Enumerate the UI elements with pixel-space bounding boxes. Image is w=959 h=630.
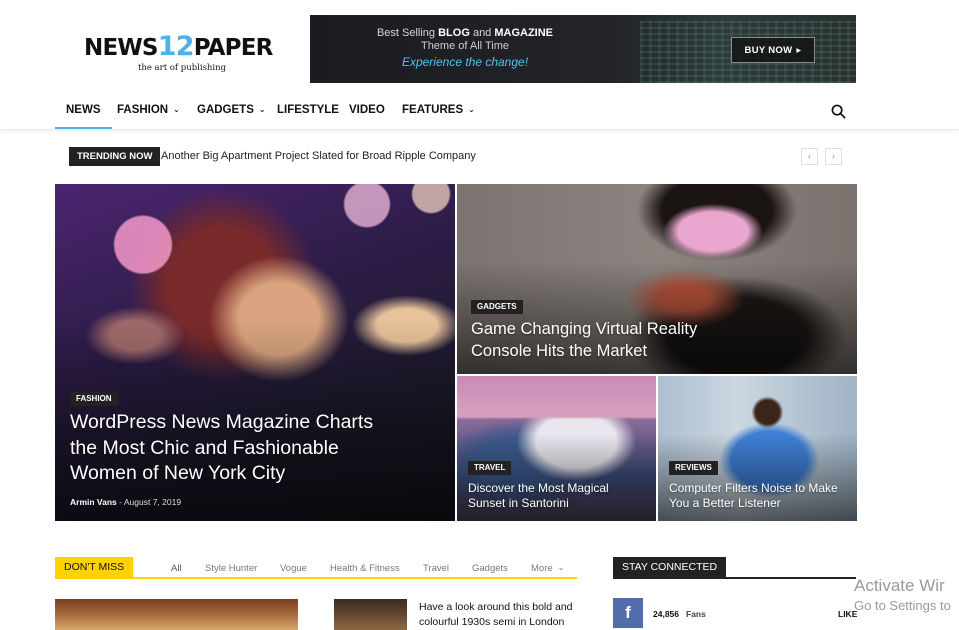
featured-post-travel[interactable]: TRAVEL Discover the Most Magical Sunset … <box>457 376 656 521</box>
featured-post-title[interactable]: Discover the Most Magical Sunset in Sant… <box>468 481 648 511</box>
chevron-down-icon: ⌄ <box>258 105 266 114</box>
post-meta: Armin Vans - August 7, 2019 <box>70 497 182 507</box>
chevron-down-icon: ⌄ <box>557 563 565 572</box>
stay-connected-label: STAY CONNECTED <box>613 557 727 578</box>
tab-vogue[interactable]: Vogue <box>280 563 307 574</box>
nav-item-lifestyle[interactable]: LIFESTYLE <box>277 92 339 129</box>
banner-text: Best Selling BLOG and MAGAZINE Theme of … <box>355 26 575 71</box>
header-banner-ad[interactable]: Best Selling BLOG and MAGAZINE Theme of … <box>310 15 856 83</box>
trending-prev-button[interactable]: ‹ <box>801 148 818 165</box>
featured-post-reviews[interactable]: REVIEWS Computer Filters Noise to Make Y… <box>658 376 857 521</box>
featured-post-title[interactable]: Computer Filters Noise to Make You a Bet… <box>669 481 854 511</box>
site-logo[interactable]: NEWS12PAPER the art of publishing <box>84 31 274 74</box>
banner-line-2: Theme of All Time <box>420 40 510 52</box>
tab-health-fitness[interactable]: Health & Fitness <box>330 563 400 574</box>
trending-next-button[interactable]: › <box>825 148 842 165</box>
category-badge[interactable]: FASHION <box>70 392 118 406</box>
nav-item-gadgets[interactable]: GADGETS ⌄ <box>197 92 266 129</box>
banner-line-3: Experience the change! <box>401 55 529 69</box>
logo-number: 12 <box>157 31 195 62</box>
category-badge[interactable]: REVIEWS <box>669 461 718 475</box>
featured-post-title[interactable]: WordPress News Magazine Charts the Most … <box>70 410 400 487</box>
chevron-down-icon: ⌄ <box>173 105 180 114</box>
buy-now-button[interactable]: BUY NOW ▸ <box>731 37 815 63</box>
tab-style-hunter[interactable]: Style Hunter <box>205 563 257 574</box>
dont-miss-thumbnail-small[interactable] <box>334 599 407 630</box>
featured-post-gadgets[interactable]: GADGETS Game Changing Virtual Reality Co… <box>457 184 857 374</box>
logo-tagline: the art of publishing <box>137 63 227 73</box>
facebook-icon[interactable]: f <box>613 598 643 628</box>
featured-post-large[interactable]: FASHION WordPress News Magazine Charts t… <box>55 184 455 521</box>
trending-now-label: TRENDING NOW <box>69 147 161 166</box>
search-icon[interactable] <box>831 104 846 119</box>
tab-all[interactable]: All <box>171 563 182 574</box>
logo-wordmark: NEWS12PAPER <box>84 31 274 62</box>
logo-suffix: PAPER <box>193 35 274 61</box>
dont-miss-post-title[interactable]: Have a look around this bold and colourf… <box>419 600 579 630</box>
main-nav: NEWS FASHION ⌄ GADGETS ⌄ LIFESTYLE VIDEO F… <box>0 92 959 130</box>
category-badge[interactable]: TRAVEL <box>468 461 512 475</box>
category-badge[interactable]: GADGETS <box>471 300 523 314</box>
facebook-fan-count: 24,856 <box>653 609 679 619</box>
post-author[interactable]: Armin Vans <box>70 497 117 507</box>
nav-item-fashion[interactable]: FASHION ⌄ <box>117 92 180 129</box>
chevron-down-icon: ⌄ <box>468 105 475 114</box>
featured-post-title[interactable]: Game Changing Virtual Reality Console Hi… <box>471 318 761 362</box>
dont-miss-label: DON'T MISS <box>55 557 134 578</box>
nav-item-features[interactable]: FEATURES ⌄ <box>402 92 475 129</box>
post-date: August 7, 2019 <box>123 497 182 507</box>
activation-watermark: Activate Wir Go to Settings to <box>854 576 951 613</box>
stay-connected-divider <box>613 577 856 579</box>
nav-item-video[interactable]: VIDEO <box>349 92 385 129</box>
tab-gadgets[interactable]: Gadgets <box>472 563 508 574</box>
dont-miss-divider <box>55 577 577 579</box>
tab-more[interactable]: More ⌄ <box>531 563 564 574</box>
nav-item-news[interactable]: NEWS <box>55 92 111 129</box>
tab-travel[interactable]: Travel <box>423 563 449 574</box>
watermark-line-2: Go to Settings to <box>854 598 951 613</box>
facebook-fan-unit: Fans <box>686 609 706 619</box>
dont-miss-thumbnail-large[interactable] <box>55 599 298 630</box>
banner-line-1: Best Selling BLOG and MAGAZINE <box>376 27 554 39</box>
play-arrow-icon: ▸ <box>796 44 802 56</box>
page: NEWS12PAPER the art of publishing Best S… <box>0 0 959 630</box>
watermark-line-1: Activate Wir <box>854 576 945 595</box>
trending-headline[interactable]: Another Big Apartment Project Slated for… <box>161 150 476 162</box>
logo-prefix: NEWS <box>84 35 158 61</box>
